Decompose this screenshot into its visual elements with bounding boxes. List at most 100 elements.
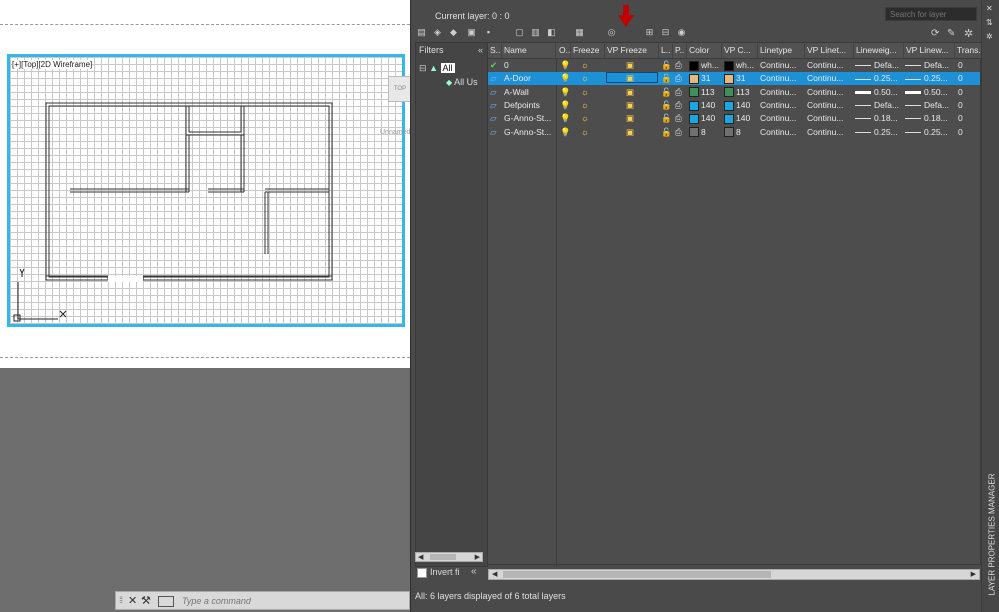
vp-lineweight-cell[interactable]: Defa... (905, 59, 955, 72)
close-icon[interactable]: ✕ (986, 4, 993, 13)
collapse-icon[interactable]: « (478, 43, 483, 58)
unlock-icon[interactable]: 🔓 (661, 112, 671, 125)
vp-freeze-icon[interactable]: ▣ (626, 99, 638, 112)
vp-lineweight-cell[interactable]: 0.25... (905, 72, 955, 85)
vp-freeze-icon[interactable]: ⊞ (643, 26, 656, 38)
lineweight-cell[interactable]: Defa... (855, 59, 904, 72)
unlock-icon[interactable]: 🔓 (661, 86, 671, 99)
delete-layer-icon[interactable]: ▪ (482, 26, 495, 38)
layer-status-icon[interactable]: ▱ (490, 126, 502, 139)
bulb-icon[interactable]: 💡 (560, 112, 570, 125)
sun-icon[interactable]: ☼ (581, 99, 595, 112)
grip-icon[interactable]: ⁞⁞ (119, 595, 123, 605)
drawing-area[interactable]: [+][Top][2D Wireframe] TOP Unnamed ⁞⁞ ✕ … (0, 0, 412, 612)
layer-row[interactable]: ▱ A-Door 💡 ☼ ▣ 🔓 ⎙ 31 31 Continu... Continu... 0.25… (488, 72, 980, 86)
vp-color-cell[interactable]: wh... (724, 59, 758, 72)
vp-linetype-cell[interactable]: Continu... (807, 59, 854, 72)
sun-icon[interactable]: ☼ (581, 112, 595, 125)
bulb-icon[interactable]: 💡 (560, 59, 570, 72)
layer-row[interactable]: ✔ 0 💡 ☼ ▣ 🔓 ⎙ wh... wh... Continu... Continu... Def… (488, 59, 980, 72)
vp-color-cell[interactable]: 140 (724, 99, 758, 112)
vp-lineweight-cell[interactable]: 0.25... (905, 126, 955, 139)
vp-linetype-cell[interactable]: Continu... (807, 99, 854, 112)
new-property-filter-icon[interactable]: ▤ (415, 26, 428, 38)
layer-name[interactable]: G-Anno-St... (504, 126, 556, 139)
layer-status-icon[interactable]: ▱ (490, 112, 502, 125)
layer-name[interactable]: G-Anno-St... (504, 112, 556, 125)
layer-name[interactable]: A-Wall (504, 86, 556, 99)
vp-freeze-icon[interactable]: ▣ (626, 59, 638, 72)
layer-status-icon[interactable]: ▱ (490, 72, 502, 85)
current-check-icon[interactable]: ✔ (490, 59, 502, 72)
layout-viewport[interactable]: [+][Top][2D Wireframe] (7, 54, 405, 327)
layer-row[interactable]: ▱ G-Anno-St... 💡 ☼ ▣ 🔓 ⎙ 140 140 Continu... Contin… (488, 112, 980, 125)
palette-title[interactable]: LAYER PROPERTIES MANAGER (982, 470, 999, 610)
color-cell[interactable]: 140 (689, 99, 722, 112)
vp-color-cell[interactable]: 140 (724, 112, 758, 125)
command-line[interactable]: ⁞⁞ ✕ ⚒ (115, 591, 410, 610)
sun-icon[interactable]: ☼ (581, 72, 595, 85)
viewcube[interactable]: TOP (388, 76, 412, 102)
color-cell[interactable]: 8 (689, 126, 722, 139)
printer-icon[interactable]: ⎙ (675, 59, 685, 72)
col-linetype[interactable]: Linetype (758, 43, 805, 58)
sun-icon[interactable]: ☼ (581, 59, 595, 72)
linetype-cell[interactable]: Continu... (760, 59, 805, 72)
vp-linetype-cell[interactable]: Continu... (807, 112, 854, 125)
printer-icon[interactable]: ⎙ (675, 86, 685, 99)
lineweight-cell[interactable]: Defa... (855, 99, 904, 112)
vp-lineweight-cell[interactable]: 0.18... (905, 112, 955, 125)
printer-icon[interactable]: ⎙ (675, 112, 685, 125)
col-vp-color[interactable]: VP C... (722, 43, 758, 58)
linetype-cell[interactable]: Continu... (760, 86, 805, 99)
layer-name[interactable]: A-Door (504, 72, 556, 85)
set-current-icon[interactable]: ◧ (545, 26, 558, 38)
layer-status-icon[interactable]: ▱ (490, 99, 502, 112)
unlock-icon[interactable]: 🔓 (661, 72, 671, 85)
printer-icon[interactable]: ⎙ (675, 99, 685, 112)
wrench-icon[interactable]: ⚒ (141, 594, 151, 607)
transparency-cell[interactable]: 0 (958, 86, 980, 99)
col-status[interactable]: S.. (488, 43, 502, 58)
transparency-cell[interactable]: 0 (958, 59, 980, 72)
color-cell[interactable]: 140 (689, 112, 722, 125)
invert-filter-checkbox[interactable]: Invert fi (417, 567, 460, 578)
col-lineweight[interactable]: Lineweig... (854, 43, 904, 58)
bulb-icon[interactable]: 💡 (560, 126, 570, 139)
command-input[interactable] (182, 595, 402, 607)
layer-walk-icon[interactable]: ◎ (605, 26, 618, 38)
vp-freeze-icon[interactable]: ▣ (626, 112, 638, 125)
col-plot[interactable]: P.. (673, 43, 687, 58)
vp-linetype-cell[interactable]: Continu... (807, 86, 854, 99)
col-freeze[interactable]: Freeze (571, 43, 605, 58)
vp-linetype-cell[interactable]: Continu... (807, 126, 854, 139)
color-cell[interactable]: 31 (689, 72, 722, 85)
vp-lineweight-cell[interactable]: 0.50... (905, 86, 955, 99)
grid-scrollbar[interactable]: ◀ ▶ (488, 569, 980, 580)
unlock-icon[interactable]: 🔓 (661, 99, 671, 112)
transparency-cell[interactable]: 0 (958, 112, 980, 125)
edit-icon[interactable]: ✎ (947, 28, 955, 39)
bulb-icon[interactable]: 💡 (560, 99, 570, 112)
transparency-cell[interactable]: 0 (958, 99, 980, 112)
lineweight-cell[interactable]: 0.50... (855, 86, 904, 99)
command-prompt-icon[interactable] (158, 596, 174, 607)
tree-all[interactable]: ⊟ ▲ All (419, 63, 455, 74)
vp-color-cell[interactable]: 113 (724, 86, 758, 99)
col-vp-lineweight[interactable]: VP Linew... (904, 43, 955, 58)
vp-freeze-icon[interactable]: ▣ (626, 86, 638, 99)
col-vp-freeze[interactable]: VP Freeze (605, 43, 659, 58)
linetype-cell[interactable]: Continu... (760, 126, 805, 139)
sun-icon[interactable]: ☼ (581, 126, 595, 139)
linetype-cell[interactable]: Continu... (760, 99, 805, 112)
col-color[interactable]: Color (687, 43, 722, 58)
vp-color-cell[interactable]: 8 (724, 126, 758, 139)
sun-icon[interactable]: ☼ (581, 86, 595, 99)
color-cell[interactable]: 113 (689, 86, 722, 99)
layer-name[interactable]: 0 (504, 59, 556, 72)
lineweight-cell[interactable]: 0.25... (855, 126, 904, 139)
col-name[interactable]: Name (502, 43, 556, 58)
layer-status-icon[interactable]: ▱ (490, 86, 502, 99)
properties-icon[interactable]: ✲ (986, 32, 993, 41)
linetype-cell[interactable]: Continu... (760, 112, 805, 125)
